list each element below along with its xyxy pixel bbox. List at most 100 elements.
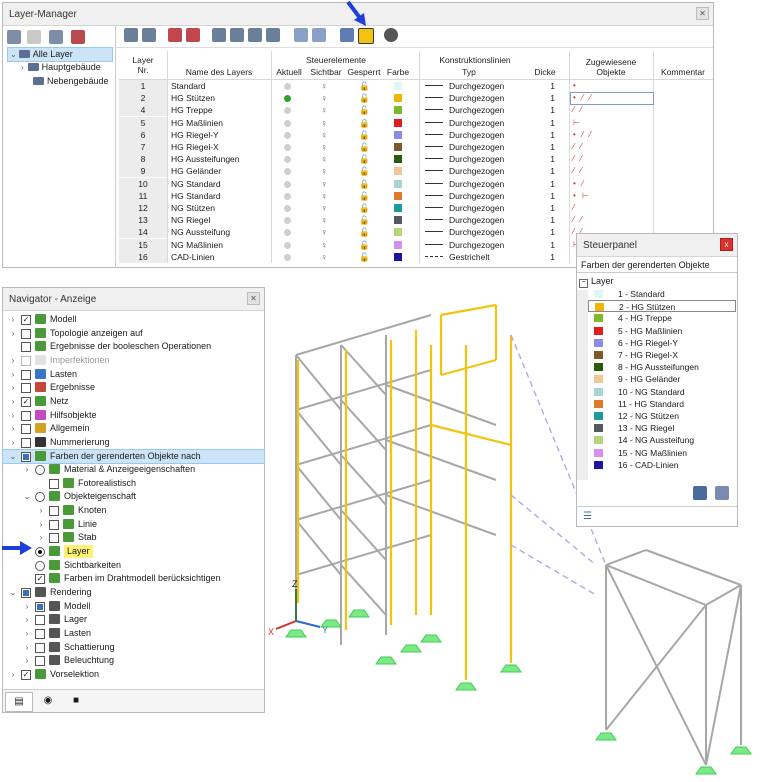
chevron-right-icon[interactable]: › — [37, 531, 45, 544]
cell-name[interactable]: HG Geländer — [171, 165, 221, 177]
unlocked-icon[interactable]: 🔓 — [359, 190, 370, 202]
chevron-right-icon[interactable]: › — [23, 463, 31, 476]
chevron-down-icon[interactable]: ⌄ — [10, 50, 17, 59]
color-swatch[interactable] — [394, 153, 402, 165]
radio-button[interactable] — [35, 465, 45, 476]
cell-name[interactable]: NG Aussteifung — [171, 226, 230, 238]
unlocked-icon[interactable]: 🔓 — [359, 202, 370, 214]
cell-typ[interactable]: Durchgezogen — [425, 141, 504, 153]
color-swatch[interactable] — [394, 117, 402, 129]
color-swatch[interactable] — [394, 214, 402, 226]
nav-item-netz[interactable]: › ✓ Netz — [3, 395, 264, 408]
radio-button[interactable] — [35, 560, 45, 571]
current-icon[interactable] — [284, 251, 291, 263]
checkbox[interactable] — [21, 588, 31, 598]
nav-item-farben-im-drahtmodell-berücksichtigen[interactable]: ✓ Farben im Drahtmodell berücksichtigen — [3, 572, 264, 585]
refresh-icon[interactable] — [312, 28, 326, 42]
legend-item[interactable]: 14 - NG Aussteifung — [588, 434, 736, 446]
cell-typ[interactable]: Durchgezogen — [425, 239, 504, 251]
chevron-down-icon[interactable]: ⌄ — [23, 490, 31, 503]
checkbox[interactable] — [49, 519, 59, 530]
table-row[interactable]: 9 HG Geländer ♀ 🔓 Durchgezogen 1 ⁄ ⁄ — [119, 165, 713, 178]
nav-item-modell[interactable]: › Modell — [3, 600, 264, 613]
cell-typ[interactable]: Durchgezogen — [425, 202, 504, 214]
nav-item-lager[interactable]: › Lager — [3, 613, 264, 626]
checkbox[interactable] — [21, 383, 31, 394]
checkbox[interactable] — [35, 628, 45, 639]
current-icon[interactable] — [284, 92, 291, 104]
tab-views-camera-icon[interactable]: ■ — [63, 692, 89, 710]
cell-typ[interactable]: Durchgezogen — [425, 153, 504, 165]
chevron-right-icon[interactable]: › — [9, 327, 17, 340]
tab-data-icon[interactable]: ▤ — [5, 692, 33, 712]
nav-item-fotorealistisch[interactable]: Fotorealistisch — [3, 477, 264, 490]
legend-item[interactable]: 15 - NG Maßlinien — [588, 447, 736, 459]
checkbox[interactable] — [21, 369, 31, 380]
table-row[interactable]: 13 NG Riegel ♀ 🔓 Durchgezogen 1 ⁄ ⁄ — [119, 214, 713, 227]
delete-layer-icon[interactable] — [168, 28, 182, 42]
tree-item-alle-layer[interactable]: ⌄ Alle Layer — [7, 47, 113, 62]
table-row[interactable]: 11 HG Standard ♀ 🔓 Durchgezogen 1 • ⊢ — [119, 189, 713, 202]
cell-typ[interactable]: Durchgezogen — [425, 165, 504, 177]
cell-name[interactable]: NG Stützen — [171, 202, 215, 214]
unlocked-icon[interactable]: 🔓 — [359, 251, 370, 263]
checkbox[interactable] — [21, 342, 31, 353]
visible-icon[interactable]: ♀ — [321, 190, 327, 202]
checkbox[interactable] — [35, 642, 45, 653]
chevron-right-icon[interactable]: › — [23, 600, 31, 613]
chevron-down-icon[interactable]: ⌄ — [9, 450, 17, 463]
color-swatch[interactable] — [394, 226, 402, 238]
cell-typ[interactable]: Durchgezogen — [425, 190, 504, 202]
chevron-right-icon[interactable]: › — [9, 422, 17, 435]
current-icon[interactable] — [284, 226, 291, 238]
visible-icon[interactable]: ♀ — [321, 104, 327, 116]
chevron-right-icon[interactable]: › — [37, 504, 45, 517]
visible-icon[interactable]: ♀ — [321, 92, 327, 104]
cell-name[interactable]: HG Maßlinien — [171, 117, 223, 129]
unlocked-icon[interactable]: 🔓 — [359, 214, 370, 226]
unlocked-icon[interactable]: 🔓 — [359, 226, 370, 238]
visible-icon[interactable]: ♀ — [321, 165, 327, 177]
checkbox[interactable] — [21, 424, 31, 435]
nav-item-rendering[interactable]: ⌄ Rendering — [3, 586, 264, 599]
legend-item[interactable]: 16 - CAD-Linien — [588, 459, 736, 471]
checkbox[interactable] — [35, 615, 45, 626]
checkbox[interactable] — [21, 328, 31, 339]
legend-item[interactable]: 5 - HG Maßlinien — [588, 325, 736, 337]
steuerpanel-group[interactable]: − Layer — [579, 276, 614, 288]
close-icon[interactable]: x — [720, 238, 733, 251]
legend-item[interactable]: 9 - HG Geländer — [588, 373, 736, 385]
chevron-right-icon[interactable]: › — [9, 668, 17, 681]
checkbox[interactable]: ✓ — [21, 315, 31, 325]
chevron-right-icon[interactable]: › — [21, 63, 24, 72]
current-icon[interactable] — [284, 129, 291, 141]
unlocked-icon[interactable]: 🔓 — [359, 104, 370, 116]
checkbox[interactable]: ✓ — [21, 669, 31, 680]
current-icon[interactable] — [284, 178, 291, 190]
table-row[interactable]: 1 Standard ♀ 🔓 Durchgezogen 1 • — [119, 80, 713, 92]
visible-icon[interactable]: ♀ — [321, 251, 327, 263]
chevron-right-icon[interactable]: › — [9, 381, 17, 394]
cell-name[interactable]: CAD-Linien — [171, 251, 214, 263]
layer-merge-icon[interactable] — [248, 28, 262, 42]
cell-typ[interactable]: Durchgezogen — [425, 104, 504, 116]
close-icon[interactable]: ✕ — [696, 7, 709, 20]
nav-item-vorselektion[interactable]: › ✓ Vorselektion — [3, 668, 264, 681]
checkbox[interactable] — [49, 506, 59, 517]
unlocked-icon[interactable]: 🔓 — [359, 80, 370, 92]
radio-button[interactable] — [35, 492, 45, 503]
legend-item[interactable]: 6 - HG Riegel-Y — [588, 337, 736, 349]
nav-item-layer[interactable]: Layer — [3, 545, 264, 559]
delete-all-icon[interactable] — [186, 28, 200, 42]
nav-item-farben-der-gerenderten-objekte-nach[interactable]: ⌄ Farben der gerenderten Objekte nach — [2, 448, 265, 464]
legend-item[interactable]: 12 - NG Stützen — [588, 410, 736, 422]
cell-name[interactable]: HG Aussteifungen — [171, 153, 240, 165]
checkbox[interactable] — [35, 656, 45, 667]
color-swatch[interactable] — [394, 190, 402, 202]
chevron-right-icon[interactable]: › — [9, 436, 17, 449]
nav-item-stab[interactable]: › Stab — [3, 531, 264, 544]
layer-split-icon[interactable] — [266, 28, 280, 42]
chevron-right-icon[interactable]: › — [9, 313, 17, 326]
legend-item[interactable]: 8 - HG Aussteifungen — [588, 361, 736, 373]
chevron-right-icon[interactable]: › — [23, 641, 31, 654]
